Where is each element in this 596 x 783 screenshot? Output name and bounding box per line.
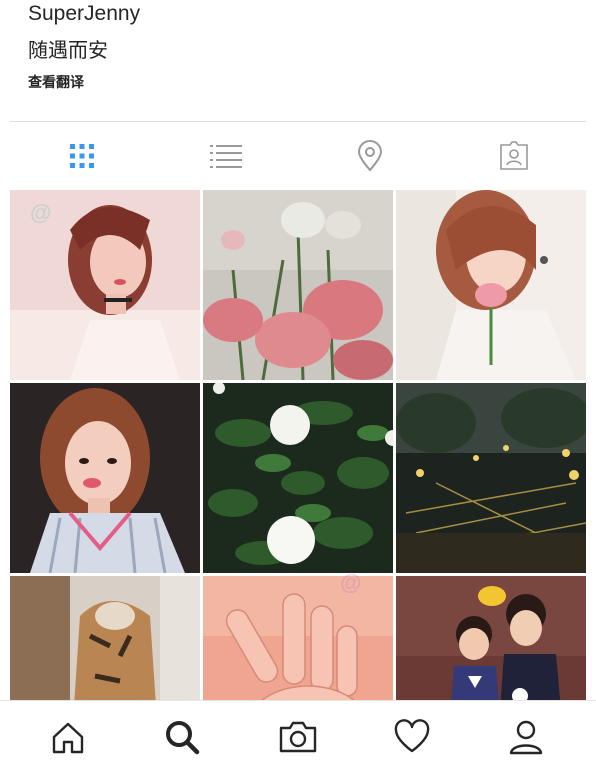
search-icon xyxy=(166,721,200,755)
tab-grid-view[interactable] xyxy=(62,136,102,176)
photo-7[interactable] xyxy=(10,576,200,700)
home-icon xyxy=(52,722,84,754)
tab-tagged-view[interactable] xyxy=(494,136,534,176)
bottom-navigation xyxy=(0,700,596,783)
heart-icon xyxy=(394,719,430,753)
photo-1[interactable] xyxy=(10,190,200,380)
profile-username: SuperJenny xyxy=(28,2,141,25)
camera-icon xyxy=(279,721,317,753)
photo-5[interactable] xyxy=(203,383,393,573)
tab-list-view[interactable] xyxy=(206,136,246,176)
nav-home-button[interactable] xyxy=(42,715,94,759)
photo-6[interactable] xyxy=(396,383,586,573)
photo-image xyxy=(396,190,586,380)
profile-header: SuperJenny 随遇而安 查看翻译 xyxy=(0,0,596,118)
profile-icon xyxy=(509,720,543,755)
photo-image xyxy=(396,576,586,700)
photo-grid: @ @ xyxy=(10,190,586,700)
photo-2[interactable] xyxy=(203,190,393,380)
header-divider xyxy=(10,121,586,122)
photo-image xyxy=(10,190,200,380)
photo-3[interactable] xyxy=(396,190,586,380)
nav-activity-button[interactable] xyxy=(386,715,438,759)
grid-icon xyxy=(70,144,94,168)
view-tabs xyxy=(0,124,596,188)
tab-location-view[interactable] xyxy=(350,136,390,176)
see-translation-link[interactable]: 查看翻译 xyxy=(28,72,84,92)
profile-bio: 随遇而安 xyxy=(28,40,108,62)
nav-search-button[interactable] xyxy=(156,715,208,759)
photo-4[interactable] xyxy=(10,383,200,573)
photo-9[interactable] xyxy=(396,576,586,700)
photo-image xyxy=(203,576,393,700)
photo-image xyxy=(203,383,393,573)
list-icon xyxy=(210,145,242,168)
photo-image xyxy=(396,383,586,573)
photo-8[interactable] xyxy=(203,576,393,700)
photo-image xyxy=(10,576,200,700)
nav-profile-button[interactable] xyxy=(500,715,552,759)
photo-image xyxy=(203,190,393,380)
tagged-person-icon xyxy=(500,141,528,170)
photo-image xyxy=(10,383,200,573)
location-pin-icon xyxy=(357,140,383,172)
nav-camera-button[interactable] xyxy=(272,715,324,759)
